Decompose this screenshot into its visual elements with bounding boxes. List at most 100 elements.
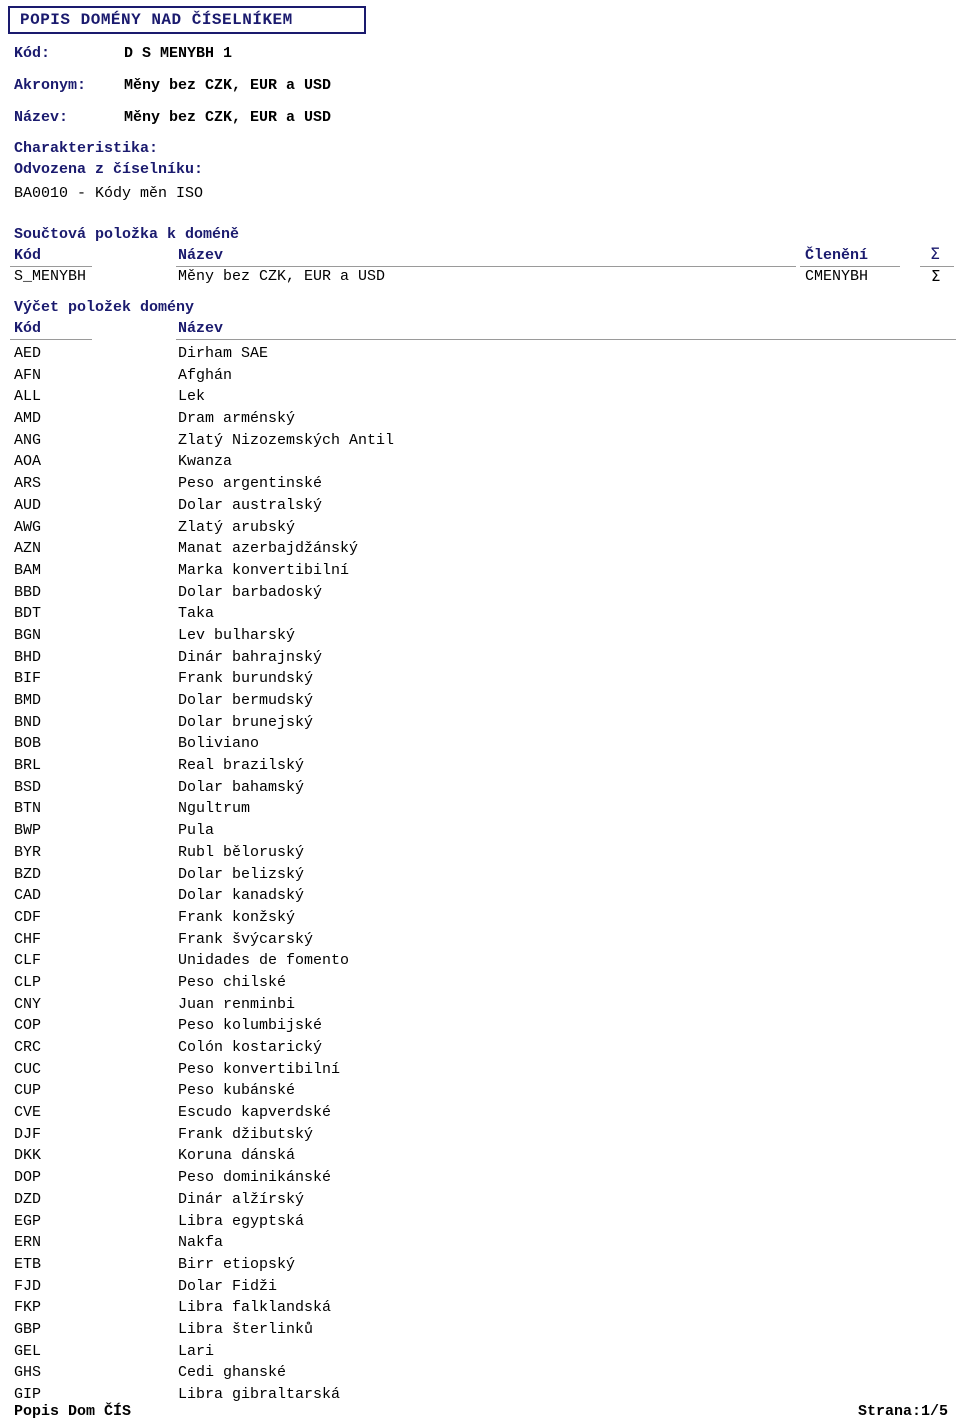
sum-row-name: Měny bez CZK, EUR a USD	[178, 268, 386, 285]
enum-row-name: Escudo kapverdské	[178, 1104, 332, 1122]
enum-row-code: ARS	[14, 475, 42, 493]
table-row: BMD Dolar bermudský	[0, 690, 960, 712]
sum-row-code: S_MENYBH	[14, 268, 87, 285]
enum-row-code: DKK	[14, 1147, 42, 1165]
sum-rule-code	[10, 266, 92, 267]
enum-row-name: Dolar bermudský	[178, 692, 314, 709]
enum-row-name: Dirham SAE	[178, 345, 269, 362]
derived-from-label: Odvozena z číselníku:	[14, 161, 204, 178]
table-row: CRC Colón kostarický	[0, 1037, 960, 1059]
table-row: DZD Dinár alžírský	[0, 1189, 960, 1211]
enum-row-code: BDT	[14, 605, 42, 623]
table-row: ERN Nakfa	[0, 1232, 960, 1254]
field-row-nazev: Název: Měny bez CZK, EUR a USD	[14, 108, 331, 130]
enum-row-code: BTN	[14, 800, 42, 818]
enum-row-name: Dinár bahrajnský	[178, 648, 323, 666]
document-title-box: POPIS DOMÉNY NAD ČÍSELNÍKEM	[8, 6, 366, 34]
table-row: CNY Juan renminbi	[0, 994, 960, 1016]
field-value-kod: D S MENYBH 1	[124, 45, 233, 62]
sum-col-header-code: Kód	[14, 247, 42, 264]
table-row: BZD Dolar belizský	[0, 864, 960, 886]
enum-row-name: Zlatý arubský	[178, 518, 296, 536]
table-row: CLF Unidades de fomento	[0, 950, 960, 972]
enum-row-name: Dolar brunejský	[178, 713, 314, 731]
enum-row-name: Afghán	[178, 366, 233, 384]
enum-row-code: FKP	[14, 1299, 42, 1317]
enum-row-code: ALL	[14, 388, 42, 406]
enum-row-code: BZD	[14, 865, 42, 883]
enum-row-name: Libra falklandská	[178, 1299, 332, 1317]
table-row: BRL Real brazilský	[0, 755, 960, 777]
table-row: AED Dirham SAE	[0, 343, 960, 365]
enum-row-name: Dolar australský	[178, 496, 323, 514]
table-row: BTN Ngultrum	[0, 798, 960, 820]
table-row: BYR Rubl běloruský	[0, 842, 960, 864]
enum-row-code: AWG	[14, 518, 42, 536]
table-row: ARS Peso argentinské	[0, 473, 960, 495]
table-row: BWP Pula	[0, 820, 960, 842]
enum-row-name: Cedi ghanské	[178, 1364, 287, 1382]
enum-row-name: Libra šterlinků	[178, 1320, 314, 1338]
enum-row-code: EGP	[14, 1212, 42, 1230]
enum-row-name: Peso kubánské	[178, 1082, 296, 1100]
enum-row-name: Manat azerbajdžánský	[178, 540, 359, 558]
enum-row-name: Kwanza	[178, 453, 233, 471]
enum-rule-code	[10, 339, 92, 340]
enum-section-title: Výčet položek domény	[14, 299, 195, 316]
enum-row-name: Frank konžský	[178, 908, 296, 926]
table-row: AUD Dolar australský	[0, 495, 960, 517]
table-row: CUC Peso konvertibilní	[0, 1059, 960, 1081]
enum-row-code: BND	[14, 713, 42, 731]
derived-from-value: BA0010 - Kódy měn ISO	[14, 185, 204, 202]
table-row: BBD Dolar barbadoský	[0, 582, 960, 604]
field-label-nazev: Název:	[14, 109, 69, 126]
enum-row-name: Birr etiopský	[178, 1255, 296, 1273]
enum-row-code: AMD	[14, 410, 42, 428]
enum-row-code: BHD	[14, 648, 42, 666]
enum-row-name: Taka	[178, 605, 215, 623]
table-row: GIP Libra gibraltarská	[0, 1384, 960, 1406]
enum-row-name: Dinár alžírský	[178, 1190, 305, 1208]
enum-row-code: ETB	[14, 1255, 42, 1273]
table-row: BIF Frank burundský	[0, 668, 960, 690]
enum-rule-name	[176, 339, 956, 340]
enum-row-code: BOB	[14, 735, 42, 753]
enum-row-code: ANG	[14, 431, 42, 449]
enum-row-code: BRL	[14, 757, 42, 775]
table-row: ANG Zlatý Nizozemských Antil	[0, 430, 960, 452]
sum-row-sigma: Σ	[931, 267, 941, 285]
table-row: CLP Peso chilské	[0, 972, 960, 994]
enum-row-code: AUD	[14, 496, 42, 514]
enum-row-code: GBP	[14, 1320, 42, 1338]
enum-row-name: Zlatý Nizozemských Antil	[178, 431, 395, 449]
field-label-akronym: Akronym:	[14, 77, 87, 94]
enum-row-code: AOA	[14, 453, 42, 471]
table-row: COP Peso kolumbijské	[0, 1015, 960, 1037]
enum-row-name: Peso dominikánské	[178, 1169, 332, 1187]
characteristic-label: Charakteristika:	[14, 140, 159, 157]
enum-row-code: CVE	[14, 1104, 42, 1122]
enum-row-name: Dram arménský	[178, 410, 296, 428]
enum-row-code: BAM	[14, 561, 42, 579]
field-row-akronym: Akronym: Měny bez CZK, EUR a USD	[14, 76, 331, 98]
table-row: AMD Dram arménský	[0, 408, 960, 430]
table-row: AOA Kwanza	[0, 451, 960, 473]
enum-row-code: BYR	[14, 843, 42, 861]
enum-row-code: BBD	[14, 583, 42, 601]
enum-row-name: Lev bulharský	[178, 626, 296, 644]
table-row: AFN Afghán	[0, 365, 960, 387]
enum-row-name: Dolar kanadský	[178, 887, 305, 905]
enum-row-name: Dolar belizský	[178, 865, 305, 883]
enum-row-code: COP	[14, 1017, 42, 1035]
table-row: GHS Cedi ghanské	[0, 1362, 960, 1384]
enum-row-name: Juan renminbi	[178, 995, 296, 1013]
enum-row-name: Lari	[178, 1342, 215, 1360]
sum-section-title: Součtová položka k doméně	[14, 226, 240, 243]
enum-row-name: Peso argentinské	[178, 475, 323, 493]
enum-row-name: Colón kostarický	[178, 1039, 323, 1056]
enum-row-name: Rubl běloruský	[178, 843, 305, 861]
enum-row-name: Frank švýcarský	[178, 930, 314, 948]
enum-row-code: CUC	[14, 1060, 42, 1078]
sum-rule-grouping	[800, 266, 900, 267]
enum-row-code: BMD	[14, 692, 42, 709]
